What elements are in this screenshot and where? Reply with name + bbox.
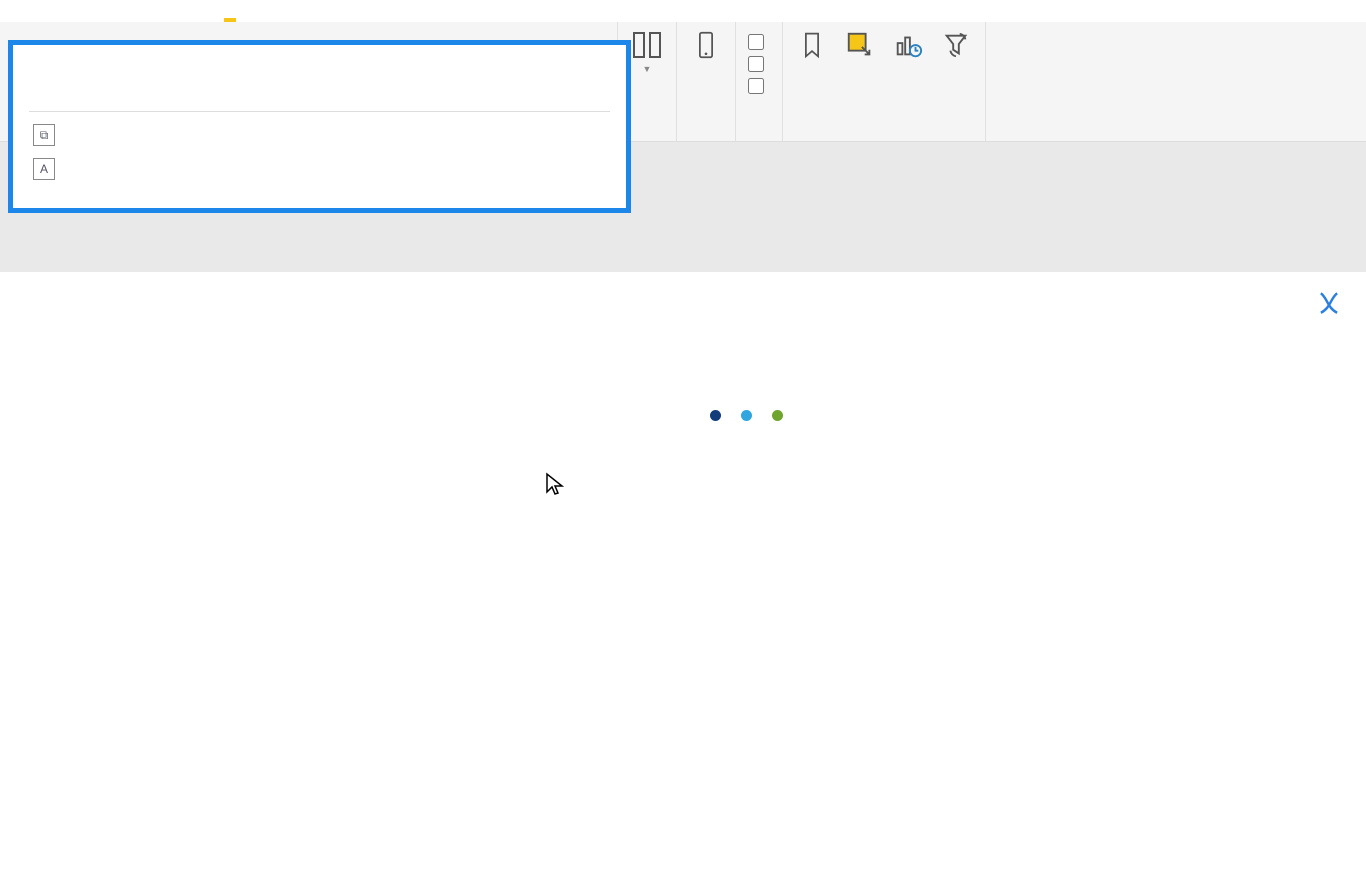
gallery-icon: A [33, 158, 55, 180]
howto-link[interactable] [13, 186, 626, 198]
page-view-button[interactable]: ▼ [630, 28, 664, 75]
col-low [590, 402, 610, 408]
ribbon-group-page-options [736, 22, 783, 141]
ribbon-group-mobile [677, 22, 736, 141]
brand-logo [1316, 290, 1346, 316]
this-report-label [13, 61, 626, 77]
bar-chart[interactable] [700, 402, 1090, 431]
lock-checkbox[interactable] [748, 78, 770, 94]
menu-view[interactable] [224, 4, 236, 22]
menubar [0, 0, 1366, 22]
sync-icon [939, 28, 973, 62]
menu-modeling[interactable] [174, 4, 186, 22]
selection-icon [843, 28, 877, 62]
phone-icon [689, 28, 723, 62]
performance-button[interactable] [891, 28, 925, 64]
phone-layout-button[interactable] [689, 28, 723, 64]
performance-icon [891, 28, 925, 62]
theme-gallery-link[interactable]: A [13, 152, 626, 186]
browse-icon: ⧉ [33, 124, 55, 146]
theme-grid [13, 93, 626, 105]
browse-themes-link[interactable]: ⧉ [13, 118, 626, 152]
col-total [630, 402, 650, 408]
snap-checkbox[interactable] [748, 56, 770, 72]
menu-insert[interactable] [124, 4, 136, 22]
report-page [0, 272, 1366, 872]
col-mid [610, 402, 630, 408]
sync-slicers-button[interactable] [939, 28, 973, 64]
canvas [0, 142, 1366, 710]
menu-help[interactable] [274, 4, 286, 22]
page-view-icon [630, 28, 664, 62]
theme-dropdown: ⧉ A [8, 40, 631, 213]
powerbi-label [13, 77, 626, 93]
ribbon-group-show-panes [783, 22, 986, 141]
theme-top-row [13, 45, 626, 61]
chart-legend [700, 410, 1090, 421]
menu-home[interactable] [74, 4, 86, 22]
bookmarks-button[interactable] [795, 28, 829, 64]
gridlines-checkbox[interactable] [748, 34, 770, 50]
bookmark-icon [795, 28, 829, 62]
dna-icon [1316, 290, 1342, 316]
selection-button[interactable] [843, 28, 877, 64]
menu-file[interactable] [24, 4, 36, 22]
data-table[interactable] [590, 402, 650, 431]
